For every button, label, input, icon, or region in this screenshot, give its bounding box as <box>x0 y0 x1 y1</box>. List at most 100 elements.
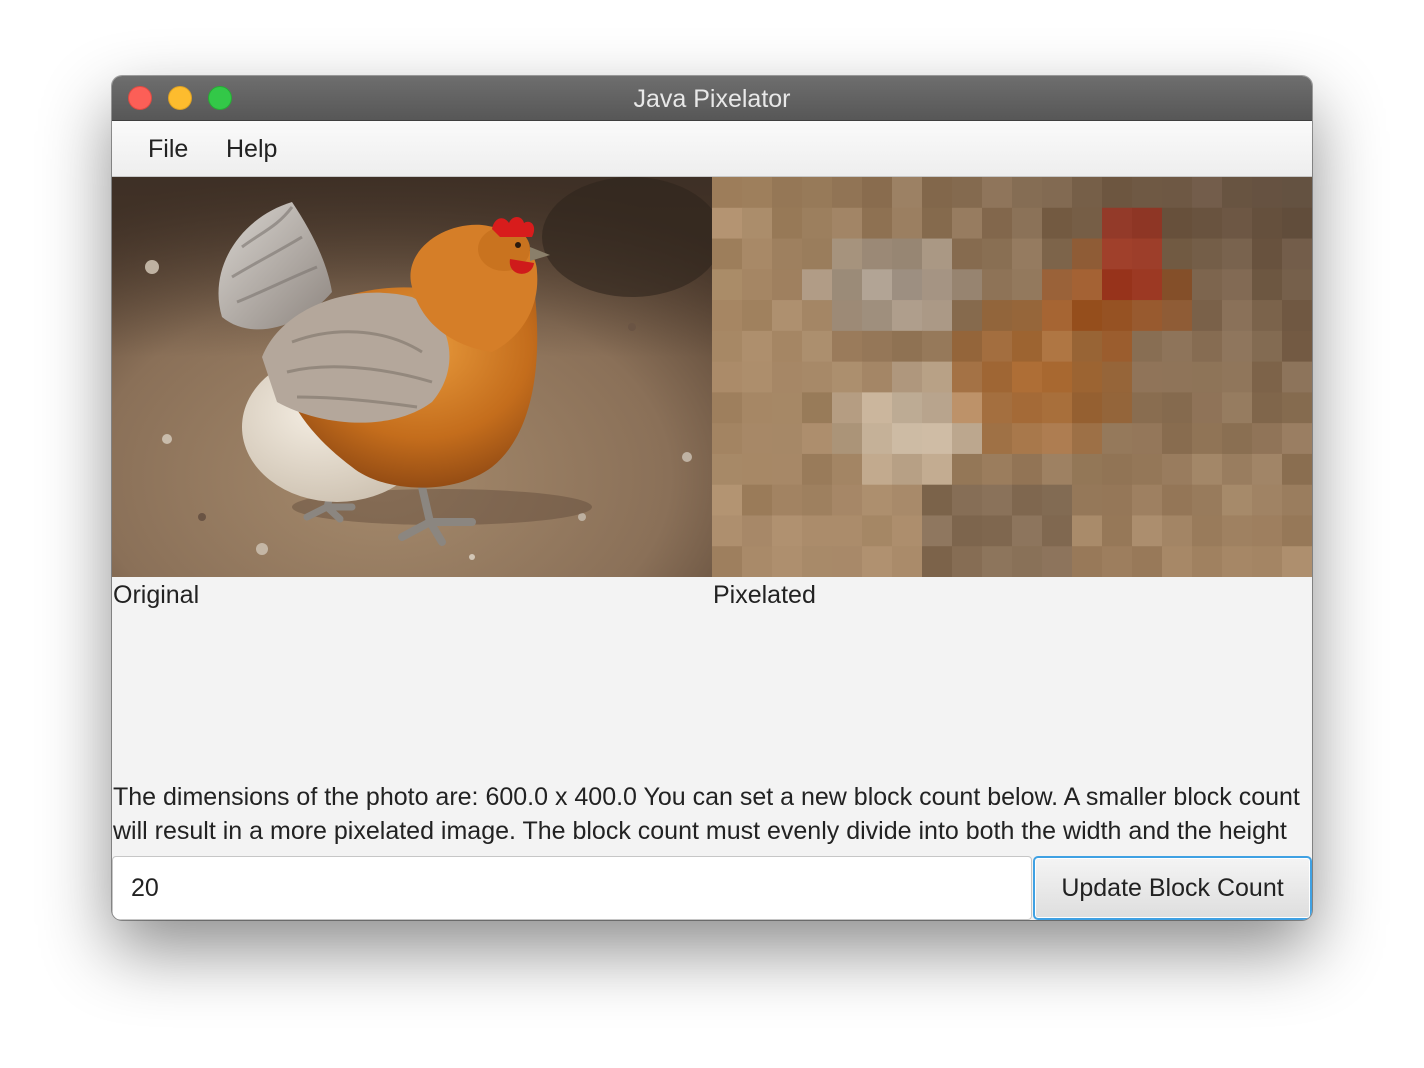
pixel-block <box>1222 515 1253 547</box>
pixel-block <box>1162 392 1193 424</box>
pixel-block <box>712 300 743 332</box>
pixel-block <box>1042 361 1073 393</box>
pixel-block <box>892 423 923 455</box>
pixel-block <box>1132 453 1163 486</box>
pixel-block <box>742 238 773 270</box>
pixel-block <box>1192 546 1223 577</box>
pixel-block <box>922 269 953 301</box>
pixel-block <box>862 177 893 209</box>
pixel-block <box>1222 330 1253 363</box>
pixel-block <box>1162 330 1193 363</box>
pixel-block <box>772 300 803 332</box>
pixel-block <box>832 177 863 209</box>
menu-file[interactable]: File <box>148 121 188 176</box>
pixel-block <box>1072 269 1103 301</box>
pixel-block <box>1222 177 1253 209</box>
pixel-block <box>1132 207 1163 240</box>
pixel-block <box>1162 238 1193 270</box>
pixel-block <box>1072 484 1103 516</box>
pixel-block <box>1252 300 1283 332</box>
pixel-block <box>1222 269 1253 301</box>
pixel-block <box>1102 392 1133 424</box>
pixel-block <box>1102 515 1133 547</box>
pixel-block <box>1012 423 1043 455</box>
pixel-block <box>1012 238 1043 270</box>
pixel-block <box>802 269 833 301</box>
pixel-block <box>1132 423 1163 455</box>
pixel-block <box>1102 177 1133 209</box>
pixel-block <box>862 423 893 455</box>
pixel-block <box>772 423 803 455</box>
pixel-block <box>892 269 923 301</box>
pixel-block <box>982 238 1013 270</box>
pixel-block <box>1132 238 1163 270</box>
pixel-block <box>862 207 893 240</box>
pixel-block <box>922 238 953 270</box>
pixel-block <box>1072 392 1103 424</box>
pixel-block <box>1192 269 1223 301</box>
pixel-block <box>772 392 803 424</box>
title-bar[interactable]: Java Pixelator <box>112 76 1312 121</box>
pixel-block <box>862 453 893 486</box>
pixel-block <box>1102 361 1133 393</box>
pixel-block <box>1042 392 1073 424</box>
pixel-block <box>982 453 1013 486</box>
pixel-block <box>742 515 773 547</box>
pixel-block <box>742 423 773 455</box>
pixel-block <box>1192 392 1223 424</box>
pixel-block <box>922 453 953 486</box>
pixel-block <box>1042 453 1073 486</box>
pixel-block <box>1282 207 1312 240</box>
pixel-block <box>832 484 863 516</box>
pixel-block <box>802 392 833 424</box>
pixel-block <box>1102 453 1133 486</box>
pixel-block <box>1252 392 1283 424</box>
pixel-block <box>862 238 893 270</box>
pixel-block <box>1222 238 1253 270</box>
pixel-block <box>1072 207 1103 240</box>
pixel-block <box>982 177 1013 209</box>
pixel-block <box>892 361 923 393</box>
pixel-block <box>1282 423 1312 455</box>
info-text: The dimensions of the photo are: 600.0 x… <box>113 783 1300 845</box>
pixel-block <box>1042 269 1073 301</box>
pixel-block <box>1102 484 1133 516</box>
pixel-block <box>1282 515 1312 547</box>
pixel-block <box>832 238 863 270</box>
pixel-block <box>1102 269 1133 301</box>
pixel-block <box>982 269 1013 301</box>
hen-photo-pixelated-icon <box>712 177 1312 577</box>
pixel-block <box>1162 546 1193 577</box>
pixel-block <box>1012 515 1043 547</box>
pixel-block <box>1162 300 1193 332</box>
menu-help[interactable]: Help <box>226 121 277 176</box>
pixel-block <box>1282 546 1312 577</box>
pixel-block <box>1252 423 1283 455</box>
pixel-block <box>952 546 983 577</box>
pixel-block <box>1042 484 1073 516</box>
pixel-block <box>982 423 1013 455</box>
update-block-count-button[interactable]: Update Block Count <box>1033 856 1312 920</box>
pixel-block <box>982 484 1013 516</box>
pixel-block <box>742 207 773 240</box>
pixel-block <box>1192 453 1223 486</box>
pixel-block <box>712 238 743 270</box>
pixel-block <box>1222 207 1253 240</box>
pixel-block <box>1192 361 1223 393</box>
pixel-block <box>1072 453 1103 486</box>
pixel-block <box>1042 207 1073 240</box>
pixel-block <box>1162 177 1193 209</box>
pixel-block <box>1072 423 1103 455</box>
pixel-block <box>802 238 833 270</box>
block-count-input[interactable] <box>112 856 1032 920</box>
pixel-block <box>922 361 953 393</box>
pixel-block <box>892 238 923 270</box>
pixel-block <box>1252 238 1283 270</box>
hen-photo-icon <box>112 177 712 577</box>
pixel-block <box>1282 238 1312 270</box>
pixel-block <box>772 330 803 363</box>
pixel-block <box>1222 361 1253 393</box>
pixel-block <box>1252 177 1283 209</box>
pixel-block <box>1042 238 1073 270</box>
pixel-block <box>922 546 953 577</box>
